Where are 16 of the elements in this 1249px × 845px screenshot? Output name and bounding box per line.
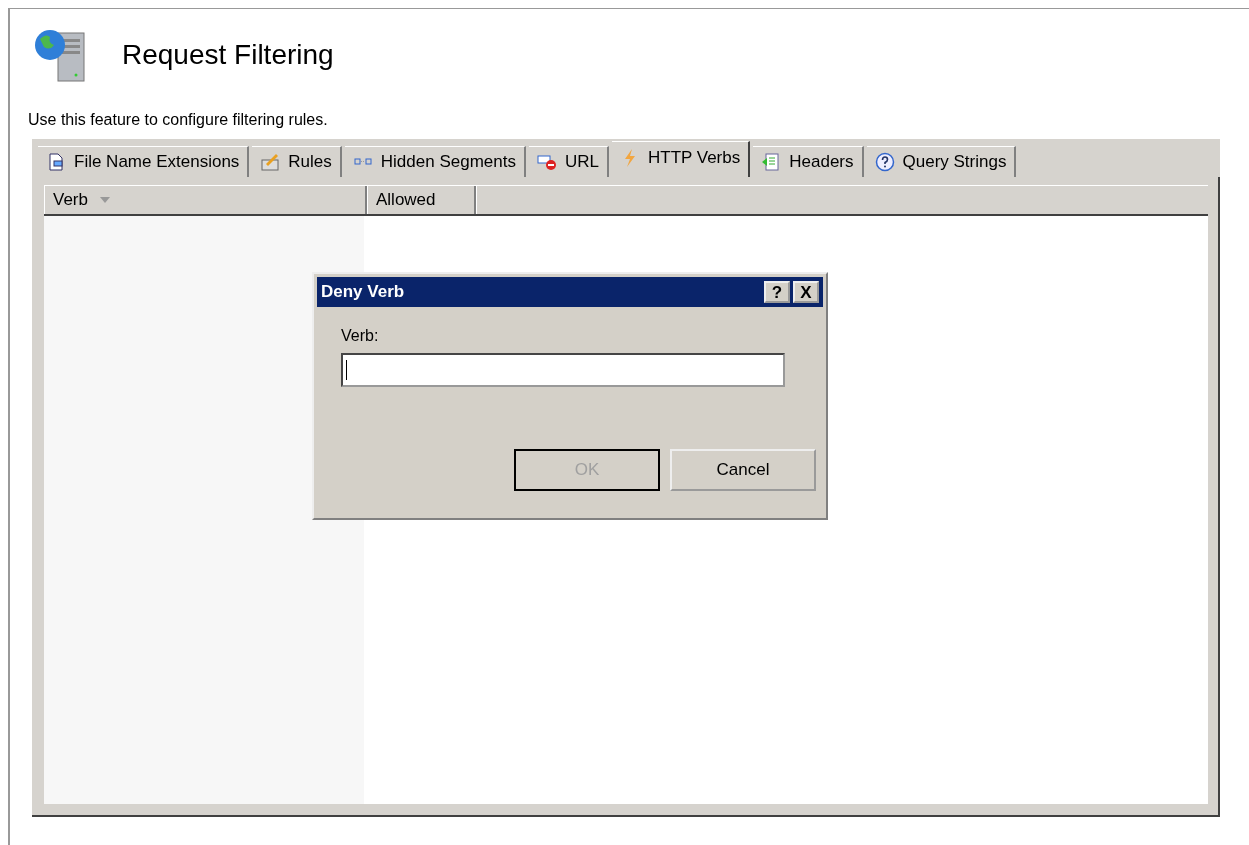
tab-icon xyxy=(536,152,557,172)
sort-icon xyxy=(100,197,110,203)
verb-input-field[interactable] xyxy=(341,353,785,387)
column-header[interactable]: Allowed xyxy=(367,186,476,214)
field-label: Verb: xyxy=(341,327,380,345)
dialog-title: Deny Verb xyxy=(321,282,406,302)
tab-icon xyxy=(874,152,895,172)
cancel-button[interactable]: Cancel xyxy=(670,449,816,491)
column-header[interactable]: Verb xyxy=(44,186,367,214)
tab-icon xyxy=(761,152,782,172)
close-button[interactable]: X xyxy=(793,281,819,303)
tab-icon xyxy=(260,152,281,172)
page-title: Request Filtering xyxy=(122,39,334,71)
page-description: Use this feature to configure filtering rules. xyxy=(28,111,329,129)
tab-icon xyxy=(46,152,66,172)
help-button[interactable]: ? xyxy=(764,281,790,303)
